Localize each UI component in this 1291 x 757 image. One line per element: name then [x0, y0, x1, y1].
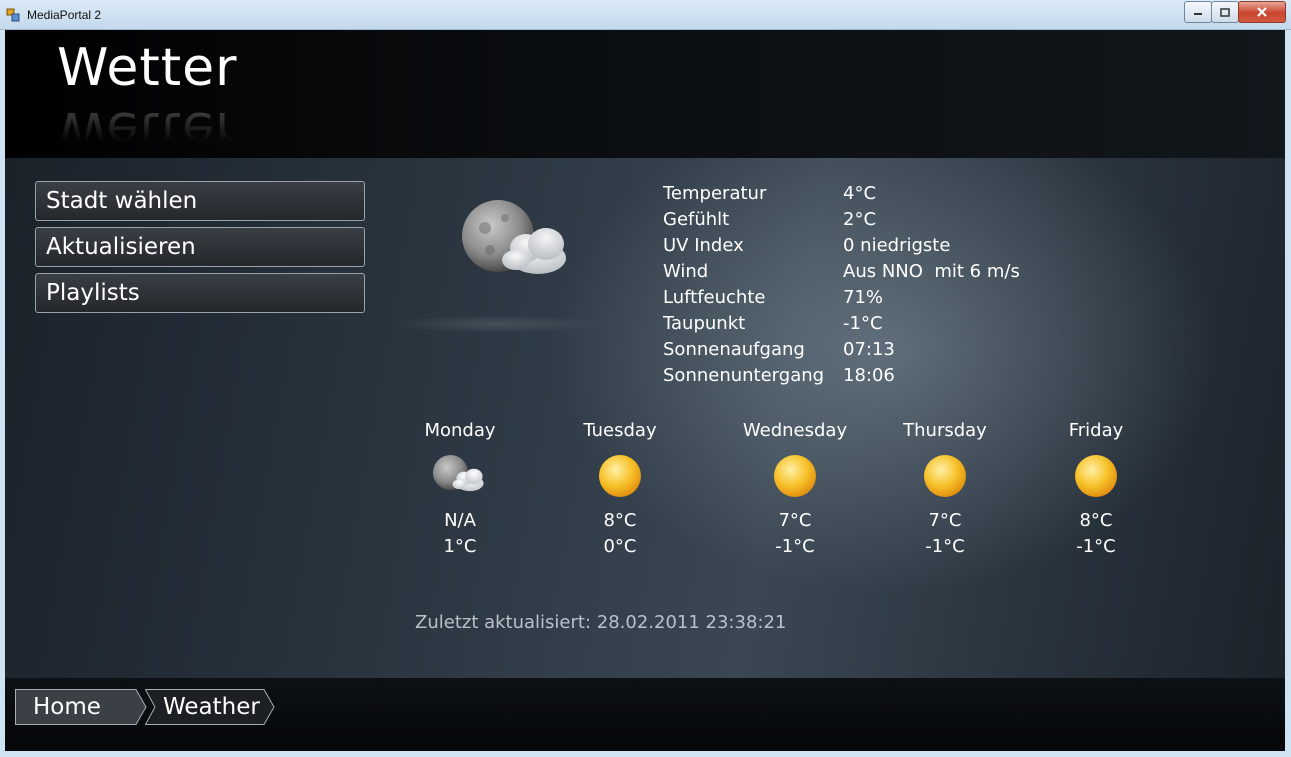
menu-item-refresh[interactable]: Aktualisieren — [35, 227, 365, 267]
menu-item-playlists[interactable]: Playlists — [35, 273, 365, 313]
minimize-button[interactable] — [1184, 1, 1212, 23]
forecast-high: 8°C — [603, 510, 637, 531]
forecast-low: -1°C — [925, 536, 965, 557]
app-icon — [6, 8, 20, 22]
detail-label: Luftfeuchte — [663, 287, 766, 308]
detail-row-wind: Wind Aus NNO mit 6 m/s — [663, 259, 1020, 285]
moon-cloud-icon — [432, 455, 484, 492]
moon-cloud-icon — [462, 200, 566, 274]
detail-label: Wind — [663, 261, 709, 282]
side-menu: Stadt wählen Aktualisieren Playlists — [35, 181, 365, 319]
detail-row-sunset: Sonnenuntergang 18:06 — [663, 363, 1020, 389]
detail-value: 0 niedrigste — [843, 235, 951, 256]
detail-row-uv-index: UV Index 0 niedrigste — [663, 233, 1020, 259]
detail-label: UV Index — [663, 235, 744, 256]
minimize-icon — [1194, 13, 1202, 15]
detail-value: 71% — [843, 287, 884, 308]
forecast-day-tuesday: Tuesday 8°C 0°C — [550, 418, 690, 560]
detail-row-feels-like: Gefühlt 2°C — [663, 207, 1020, 233]
forecast-day-wednesday: Wednesday 7°C -1°C — [725, 418, 865, 560]
detail-label: Taupunkt — [663, 313, 746, 334]
forecast-high: 7°C — [928, 510, 962, 531]
breadcrumb-weather[interactable]: Weather — [145, 689, 277, 725]
detail-value: 18:06 — [843, 365, 895, 386]
detail-label: Sonnenuntergang — [663, 365, 825, 386]
detail-label: Temperatur — [663, 183, 767, 204]
forecast-day-friday: Friday 8°C -1°C — [1026, 418, 1166, 560]
close-icon — [1257, 7, 1267, 17]
window-title: MediaPortal 2 — [27, 8, 102, 22]
forecast-low: 0°C — [603, 536, 637, 557]
forecast-high: 7°C — [778, 510, 812, 531]
forecast-low: 1°C — [443, 536, 477, 557]
forecast-day-name: Friday — [1068, 420, 1124, 441]
detail-label: Sonnenaufgang — [663, 339, 805, 360]
forecast-low: -1°C — [775, 536, 815, 557]
breadcrumb-home[interactable]: Home — [15, 689, 147, 725]
sun-icon — [774, 455, 816, 497]
menu-item-select-city[interactable]: Stadt wählen — [35, 181, 365, 221]
detail-value: 07:13 — [843, 339, 895, 360]
forecast-day-name: Monday — [424, 420, 496, 441]
current-details: Temperatur 4°C Gefühlt 2°C UV Index 0 ni… — [663, 181, 1020, 389]
forecast-day-name: Thursday — [903, 420, 987, 441]
last-updated-text: Zuletzt aktualisiert: 28.02.2011 23:38:2… — [415, 612, 787, 633]
detail-row-sunrise: Sonnenaufgang 07:13 — [663, 337, 1020, 363]
page-title-reflection: Wetter — [57, 100, 238, 160]
detail-label: Gefühlt — [663, 209, 730, 230]
detail-value: 2°C — [843, 209, 877, 230]
sun-icon — [924, 455, 966, 497]
sun-icon — [599, 455, 641, 497]
detail-row-humidity: Luftfeuchte 71% — [663, 285, 1020, 311]
maximize-icon — [1220, 7, 1230, 17]
sun-icon — [1075, 455, 1117, 497]
forecast-day-thursday: Thursday 7°C -1°C — [875, 418, 1015, 560]
detail-row-dew-point: Taupunkt -1°C — [663, 311, 1020, 337]
window-titlebar: MediaPortal 2 — [0, 0, 1291, 30]
forecast-low: -1°C — [1076, 536, 1116, 557]
forecast-high: N/A — [444, 510, 476, 531]
detail-value: 4°C — [843, 183, 877, 204]
detail-row-temperature: Temperatur 4°C — [663, 181, 1020, 207]
detail-value: -1°C — [843, 313, 883, 334]
forecast-day-monday: Monday N/A 1°C — [390, 418, 530, 560]
maximize-button[interactable] — [1211, 1, 1239, 23]
close-button[interactable] — [1238, 1, 1286, 23]
forecast-day-name: Wednesday — [742, 420, 848, 441]
breadcrumb-label: Home — [33, 694, 101, 720]
app-client-area: Wetter Wetter Stadt wählen Aktualisieren… — [5, 30, 1285, 751]
current-icon-shadow — [385, 315, 605, 333]
breadcrumb-label: Weather — [163, 694, 260, 720]
forecast-day-name: Tuesday — [583, 420, 657, 441]
detail-value: Aus NNO mit 6 m/s — [843, 261, 1020, 282]
page-title: Wetter — [57, 38, 238, 98]
forecast-high: 8°C — [1079, 510, 1113, 531]
